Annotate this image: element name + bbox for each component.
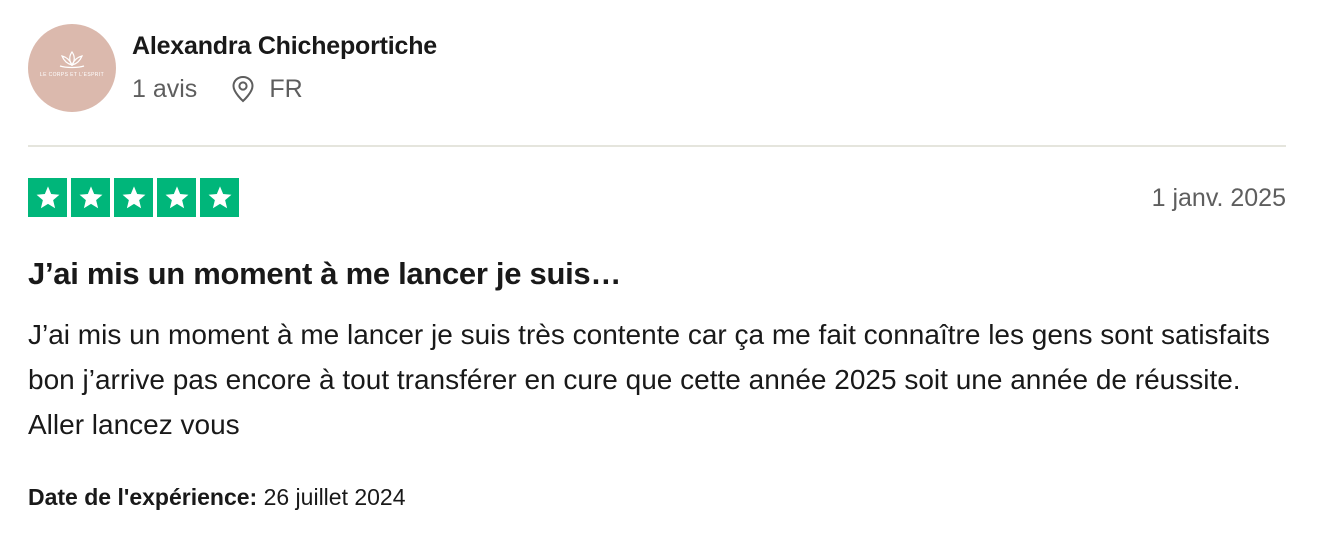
- lotus-icon: [59, 51, 85, 69]
- reviewer-country: FR: [269, 75, 303, 103]
- experience-label: Date de l'expérience:: [28, 484, 258, 510]
- location-pin-icon: [232, 75, 254, 103]
- star-icon: [79, 185, 102, 208]
- star-box: [157, 178, 196, 217]
- star-box: [114, 178, 153, 217]
- star-box: [200, 178, 239, 217]
- review-card: LE CORPS ET L'ESPRIT Alexandra Chichepor…: [0, 0, 1318, 542]
- reviewer-meta: 1 avis FR: [132, 74, 437, 104]
- reviewer-header: LE CORPS ET L'ESPRIT Alexandra Chichepor…: [28, 24, 437, 112]
- reviewer-info: Alexandra Chicheportiche 1 avis FR: [132, 24, 437, 104]
- reviewer-location: FR: [231, 74, 303, 104]
- star-box: [71, 178, 110, 217]
- star-box: [28, 178, 67, 217]
- review-title[interactable]: J’ai mis un moment à me lancer je suis…: [28, 254, 621, 294]
- reviews-count: 1 avis: [132, 75, 198, 103]
- star-icon: [36, 185, 59, 208]
- divider: [28, 145, 1286, 147]
- reviewer-name[interactable]: Alexandra Chicheportiche: [132, 30, 437, 62]
- avatar[interactable]: LE CORPS ET L'ESPRIT: [28, 24, 116, 112]
- experience-value: 26 juillet 2024: [263, 484, 406, 510]
- review-date: 1 janv. 2025: [1151, 184, 1286, 212]
- review-body: J’ai mis un moment à me lancer je suis t…: [28, 319, 1270, 440]
- star-rating: [28, 178, 243, 217]
- star-icon: [122, 185, 145, 208]
- star-icon: [208, 185, 231, 208]
- star-icon: [165, 185, 188, 208]
- experience-date: Date de l'expérience: 26 juillet 2024: [28, 482, 406, 512]
- avatar-logo-text: LE CORPS ET L'ESPRIT: [39, 72, 105, 78]
